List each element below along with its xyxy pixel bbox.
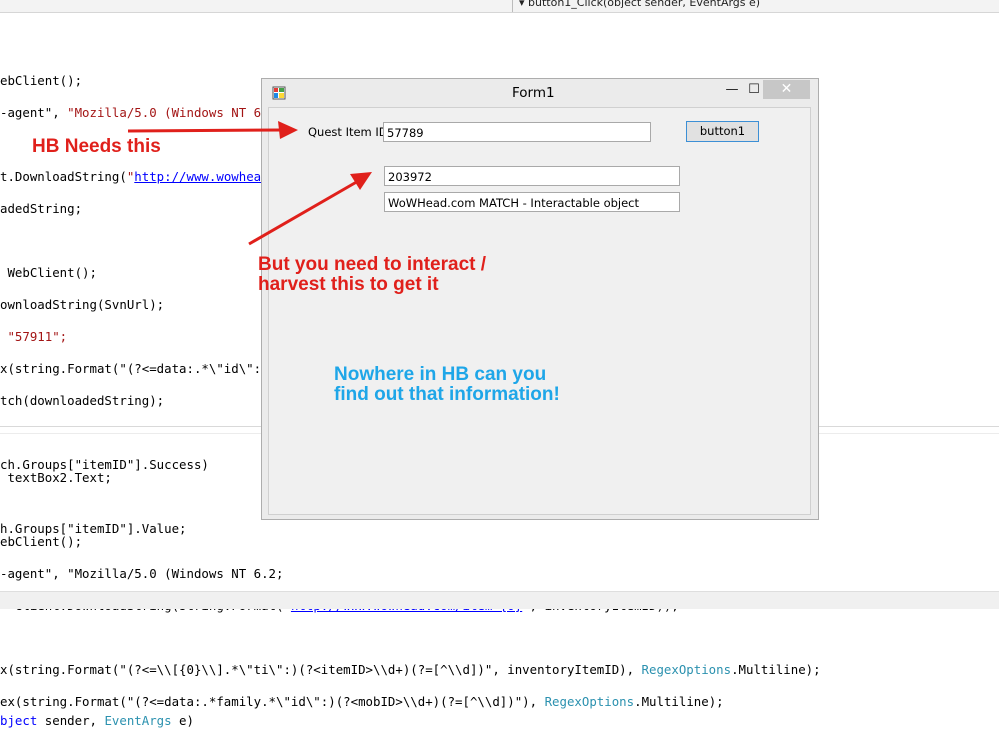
code-line: x(string.Format("(?<=\\[{0}\\].*\"ti\":)… bbox=[0, 662, 821, 677]
quest-item-id-input[interactable]: 57789 bbox=[383, 122, 651, 142]
code-line: -agent", "Mozilla/5.0 (Windows NT 6.2; bbox=[0, 566, 284, 581]
form1-window: Form1 — ☐ ✕ Quest Item ID 57789 button1 … bbox=[261, 78, 819, 520]
close-icon[interactable]: ✕ bbox=[763, 80, 810, 99]
annotation-interact: But you need to interact / harvest this … bbox=[258, 255, 486, 295]
result-id-input[interactable]: 203972 bbox=[384, 166, 680, 186]
quest-item-id-label: Quest Item ID bbox=[308, 125, 388, 139]
annotation-interact-line: harvest this to get it bbox=[258, 274, 439, 295]
form-titlebar[interactable]: Form1 — ☐ ✕ bbox=[262, 79, 818, 107]
annotation-nowhere-line: Nowhere in HB can you bbox=[334, 364, 547, 385]
code-line: ebClient(); bbox=[0, 534, 83, 549]
match-result-input[interactable]: WoWHead.com MATCH - Interactable object bbox=[384, 192, 680, 212]
annotation-nowhere-line: find out that information! bbox=[334, 384, 560, 405]
editor-bottom-bar bbox=[0, 591, 999, 609]
minimize-icon[interactable]: — bbox=[720, 81, 744, 99]
form-client-area: Quest Item ID 57789 button1 203972 WoWHe… bbox=[268, 107, 811, 515]
form-title: Form1 bbox=[512, 85, 555, 101]
button1[interactable]: button1 bbox=[686, 121, 759, 142]
maximize-icon[interactable]: ☐ bbox=[744, 81, 764, 99]
code-line: ex(string.Format("(?<=data:.*family.*\"i… bbox=[0, 694, 724, 709]
annotation-hb-needs: HB Needs this bbox=[32, 136, 161, 157]
app-window-icon bbox=[272, 86, 286, 100]
annotation-nowhere: Nowhere in HB can you find out that info… bbox=[334, 365, 560, 405]
method-nav-dropdown[interactable]: ▾ button1_Click(object sender, EventArgs… bbox=[512, 0, 999, 12]
editor-top-bar: ▾ button1_Click(object sender, EventArgs… bbox=[0, 0, 999, 13]
annotation-interact-line: But you need to interact / bbox=[258, 254, 487, 275]
